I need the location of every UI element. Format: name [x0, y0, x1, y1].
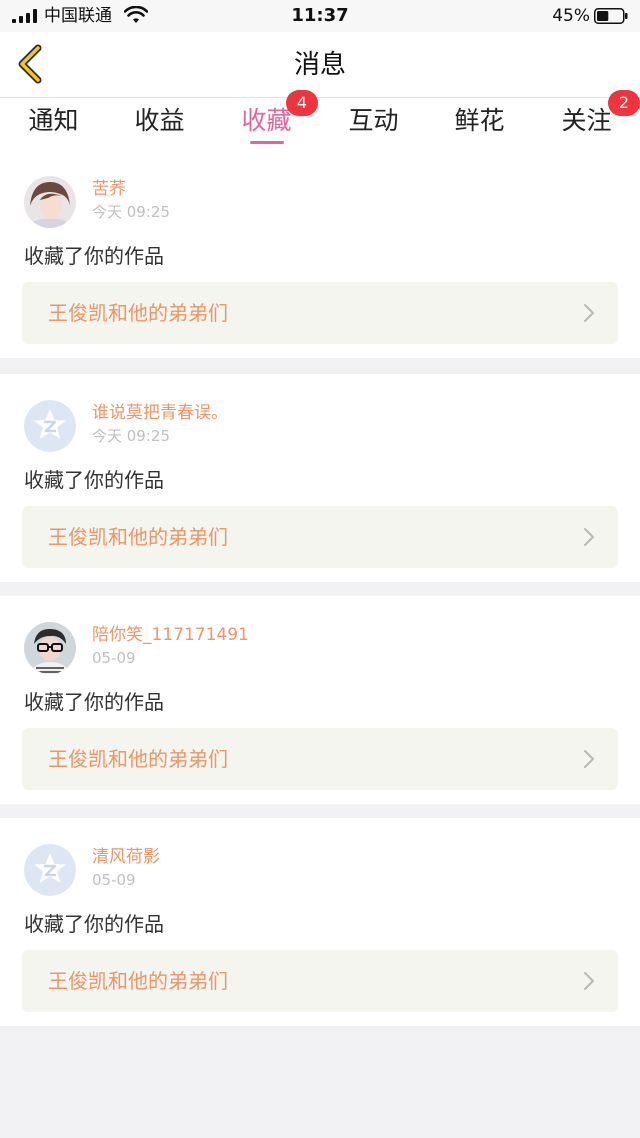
user-photo-icon [24, 176, 76, 228]
activity-text: 收藏了你的作品 [24, 912, 164, 936]
tab-earnings[interactable]: 收益 [106, 98, 213, 150]
work-link[interactable]: 王俊凯和他的弟弟们 [22, 728, 618, 790]
tab-flowers[interactable]: 鲜花 [426, 98, 533, 150]
active-tab-indicator [250, 141, 284, 144]
timestamp: 05-09 [92, 871, 136, 889]
tab-label: 通知 [28, 106, 79, 135]
chevron-right-icon [584, 528, 594, 546]
timestamp: 05-09 [92, 649, 136, 667]
work-link[interactable]: 王俊凯和他的弟弟们 [22, 282, 618, 344]
work-title: 王俊凯和他的弟弟们 [48, 301, 228, 325]
username[interactable]: 谁说莫把青春误。 [92, 402, 228, 424]
tab-label: 互动 [348, 106, 399, 135]
activity-text: 收藏了你的作品 [24, 690, 164, 714]
work-title: 王俊凯和他的弟弟们 [48, 969, 228, 993]
user-photo-icon [24, 622, 76, 674]
clock: 11:37 [291, 5, 349, 26]
battery-icon [594, 8, 628, 24]
page-title: 消息 [293, 50, 346, 80]
work-title: 王俊凯和他的弟弟们 [48, 747, 228, 771]
chevron-right-icon [584, 750, 594, 768]
tab-label: 收益 [134, 106, 185, 135]
status-bar: 中国联通 11:37 45% [0, 0, 640, 32]
list-item: 谁说莫把青春误。 今天 09:25 收藏了你的作品 王俊凯和他的弟弟们 [0, 374, 640, 582]
battery-percent: 45% [552, 6, 590, 26]
timestamp: 今天 09:25 [92, 203, 170, 221]
list-item: 清风荷影 05-09 收藏了你的作品 王俊凯和他的弟弟们 [0, 818, 640, 1026]
tab-interactions[interactable]: 互动 [320, 98, 427, 150]
unread-badge: 4 [286, 90, 318, 116]
username[interactable]: 陪你笑_117171491 [92, 624, 249, 646]
chevron-right-icon [584, 972, 594, 990]
tab-label: 鲜花 [454, 106, 505, 135]
chevron-right-icon [584, 304, 594, 322]
avatar[interactable] [24, 400, 76, 452]
work-link[interactable]: 王俊凯和他的弟弟们 [22, 950, 618, 1012]
tab-notifications[interactable]: 通知 [0, 98, 107, 150]
avatar[interactable] [24, 844, 76, 896]
unread-badge: 2 [608, 90, 640, 116]
tab-favorites[interactable]: 收藏 4 [213, 90, 320, 150]
avatar[interactable] [24, 176, 76, 228]
work-title: 王俊凯和他的弟弟们 [48, 525, 228, 549]
username[interactable]: 苦荞 [92, 178, 126, 200]
avatar[interactable] [24, 622, 76, 674]
tab-follows[interactable]: 关注 2 [533, 90, 640, 150]
default-avatar-icon [24, 400, 76, 452]
work-link[interactable]: 王俊凯和他的弟弟们 [22, 506, 618, 568]
timestamp: 今天 09:25 [92, 427, 170, 445]
list-item: 苦荞 今天 09:25 收藏了你的作品 王俊凯和他的弟弟们 [0, 150, 640, 358]
message-tabs: 通知 收益 收藏 4 互动 鲜花 关注 2 [0, 90, 640, 150]
list-item: 陪你笑_117171491 05-09 收藏了你的作品 王俊凯和他的弟弟们 [0, 596, 640, 804]
navigation-bar: 消息 [0, 32, 640, 98]
activity-text: 收藏了你的作品 [24, 468, 164, 492]
username[interactable]: 清风荷影 [92, 846, 160, 868]
default-avatar-icon [24, 844, 76, 896]
activity-text: 收藏了你的作品 [24, 244, 164, 268]
